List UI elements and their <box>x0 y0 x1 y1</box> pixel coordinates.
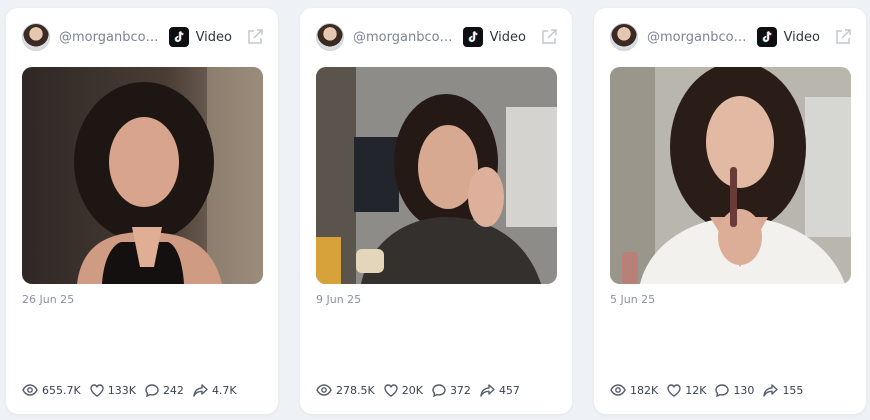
shares-stat: 155 <box>763 384 803 397</box>
comment-icon <box>715 383 730 397</box>
external-link-icon[interactable] <box>834 28 852 46</box>
tiktok-icon <box>756 27 777 47</box>
views-stat: 655.7K <box>22 384 81 397</box>
video-thumbnail[interactable] <box>22 67 263 284</box>
comments-count: 242 <box>162 383 184 397</box>
shares-count: 155 <box>782 383 804 397</box>
external-link-icon[interactable] <box>246 28 264 46</box>
account-handle[interactable]: @morganbcohen <box>59 30 162 45</box>
eye-icon <box>316 384 332 396</box>
tiktok-icon <box>462 27 483 47</box>
post-date: 26 Jun 25 <box>22 293 75 306</box>
post-type-label: Video <box>195 29 232 45</box>
post-card[interactable]: @morganbcohen Video 9 Jun 25 278.5K 20K … <box>300 8 572 414</box>
likes-stat: 133K <box>90 384 136 397</box>
likes-stat: 12K <box>667 384 706 397</box>
likes-count: 133K <box>107 383 136 397</box>
avatar[interactable] <box>610 23 638 51</box>
post-type-label: Video <box>783 29 820 45</box>
comments-stat: 372 <box>432 384 471 397</box>
comments-stat: 130 <box>715 384 754 397</box>
account-handle[interactable]: @morganbcohen <box>353 30 456 45</box>
tiktok-icon <box>168 27 189 47</box>
avatar[interactable] <box>22 23 50 51</box>
post-header: @morganbcohen Video <box>610 22 852 52</box>
post-card[interactable]: @morganbcohen Video 5 Jun 25 182K 12K 13… <box>594 8 866 414</box>
likes-stat: 20K <box>384 384 423 397</box>
comment-icon <box>145 383 159 397</box>
views-stat: 182K <box>610 384 658 397</box>
post-header: @morganbcohen Video <box>316 22 558 52</box>
external-link-icon[interactable] <box>540 28 558 46</box>
heart-icon <box>667 383 681 397</box>
comments-count: 130 <box>733 383 755 397</box>
share-icon <box>480 383 495 397</box>
views-stat: 278.5K <box>316 384 375 397</box>
post-type-label: Video <box>489 29 526 45</box>
views-count: 278.5K <box>336 383 375 397</box>
post-stats: 182K 12K 130 155 <box>610 381 812 399</box>
post-stats: 278.5K 20K 372 457 <box>316 381 529 399</box>
views-count: 655.7K <box>42 383 81 397</box>
shares-count: 457 <box>498 383 520 397</box>
share-icon <box>763 383 779 397</box>
video-thumbnail[interactable] <box>316 67 557 284</box>
shares-count: 4.7K <box>211 383 237 397</box>
post-date: 5 Jun 25 <box>610 293 656 306</box>
post-card[interactable]: @morganbcohen Video 26 Jun 25 655.7K 133… <box>6 8 278 414</box>
post-date: 9 Jun 25 <box>316 293 362 306</box>
shares-stat: 4.7K <box>193 384 237 397</box>
eye-icon <box>22 384 38 396</box>
eye-icon <box>610 384 626 396</box>
post-header: @morganbcohen Video <box>22 22 264 52</box>
share-icon <box>193 383 208 397</box>
likes-count: 12K <box>685 383 707 397</box>
heart-icon <box>90 383 104 397</box>
views-count: 182K <box>630 383 659 397</box>
video-thumbnail[interactable] <box>610 67 851 284</box>
comments-stat: 242 <box>145 384 184 397</box>
comment-icon <box>432 383 446 397</box>
likes-count: 20K <box>401 383 423 397</box>
account-handle[interactable]: @morganbcohen <box>647 30 750 45</box>
post-stats: 655.7K 133K 242 4.7K <box>22 381 246 399</box>
heart-icon <box>384 383 398 397</box>
shares-stat: 457 <box>480 384 520 397</box>
comments-count: 372 <box>449 383 471 397</box>
avatar[interactable] <box>316 23 344 51</box>
